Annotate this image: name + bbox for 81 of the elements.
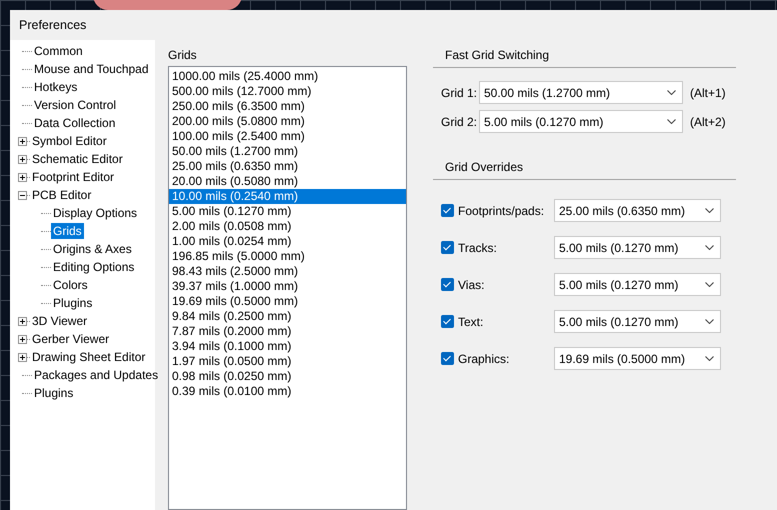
hotkey-label: (Alt+1) <box>690 84 726 102</box>
tree-item[interactable]: Plugins <box>51 295 94 311</box>
dropdown[interactable]: 5.00 mils (0.1270 mm) <box>554 310 721 333</box>
tree-item[interactable]: Common <box>32 43 85 59</box>
list-item[interactable]: 10.00 mils (0.2540 mm) <box>169 189 406 204</box>
checkbox-label: Text: <box>458 314 484 330</box>
list-item[interactable]: 39.37 mils (1.0000 mm) <box>169 279 406 294</box>
list-item[interactable]: 100.00 mils (2.5400 mm) <box>169 129 406 144</box>
caret-icon <box>705 208 714 213</box>
tree-item[interactable]: 3D Viewer <box>30 313 90 329</box>
dropdown[interactable]: 5.00 mils (0.1270 mm) <box>554 236 721 259</box>
tree-item[interactable]: Colors <box>51 277 90 293</box>
checkbox[interactable] <box>441 241 454 254</box>
tree-item[interactable]: Packages and Updates <box>32 367 160 383</box>
list-item[interactable]: 3.94 mils (0.1000 mm) <box>169 339 406 354</box>
expander-icon[interactable] <box>18 154 27 164</box>
list-item[interactable]: 5.00 mils (0.1270 mm) <box>169 204 406 219</box>
window-title: Preferences <box>19 16 86 34</box>
caret-icon <box>667 119 676 124</box>
tree-item[interactable]: Symbol Editor <box>30 133 109 149</box>
tree-item[interactable]: Display Options <box>51 205 140 221</box>
caret-icon <box>705 319 714 324</box>
grids-label: Grids <box>168 47 198 64</box>
list-item[interactable]: 1000.00 mils (25.4000 mm) <box>169 69 406 84</box>
checkbox-label: Graphics: <box>458 350 510 368</box>
dropdown[interactable]: 5.00 mils (0.1270 mm) <box>479 110 683 133</box>
tree-item[interactable]: Mouse and Touchpad <box>32 61 151 77</box>
caret-icon <box>705 245 714 250</box>
checkbox-label: Tracks: <box>458 240 498 256</box>
tree-item[interactable]: Data Collection <box>32 115 118 131</box>
list-item[interactable]: 0.98 mils (0.0250 mm) <box>169 369 406 384</box>
tree-item[interactable]: Plugins <box>32 385 76 401</box>
dropdown[interactable]: 25.00 mils (0.6350 mm) <box>554 199 721 222</box>
caret-icon <box>705 282 714 287</box>
tree-item[interactable]: Schematic Editor <box>30 151 125 167</box>
tree-item[interactable]: PCB Editor <box>30 187 94 203</box>
list-item[interactable]: 19.69 mils (0.5000 mm) <box>169 294 406 309</box>
list-item[interactable]: 200.00 mils (5.0800 mm) <box>169 114 406 129</box>
list-item[interactable]: 196.85 mils (5.0000 mm) <box>169 249 406 264</box>
list-item[interactable]: 250.00 mils (6.3500 mm) <box>169 99 406 114</box>
caret-icon <box>667 90 676 95</box>
dropdown[interactable]: 50.00 mils (1.2700 mm) <box>479 81 683 104</box>
tree-item[interactable]: Grids <box>51 223 84 239</box>
list-item[interactable]: 500.00 mils (12.7000 mm) <box>169 84 406 99</box>
section-title: Grid Overrides <box>433 158 736 180</box>
tree-item[interactable]: Origins & Axes <box>51 241 134 257</box>
list-item[interactable]: 25.00 mils (0.6350 mm) <box>169 159 406 174</box>
caret-icon <box>705 356 714 361</box>
expander-icon[interactable] <box>18 316 27 326</box>
field-label: Grid 2: <box>441 114 478 130</box>
tree-item[interactable]: Gerber Viewer <box>30 331 112 347</box>
list-item[interactable]: 7.87 mils (0.2000 mm) <box>169 324 406 339</box>
list-item[interactable]: 1.97 mils (0.0500 mm) <box>169 354 406 369</box>
hotkey-label: (Alt+2) <box>690 114 726 130</box>
expander-icon[interactable] <box>18 190 27 200</box>
list-item[interactable]: 98.43 mils (2.5000 mm) <box>169 264 406 279</box>
list-item[interactable]: 20.00 mils (0.5080 mm) <box>169 174 406 189</box>
checkbox[interactable] <box>441 315 454 328</box>
checkbox[interactable] <box>441 278 454 291</box>
list-item[interactable]: 9.84 mils (0.2500 mm) <box>169 309 406 324</box>
expander-icon[interactable] <box>18 172 27 182</box>
checkbox-label: Vias: <box>458 276 486 294</box>
tree-item[interactable]: Footprint Editor <box>30 169 116 185</box>
section-title: Fast Grid Switching <box>433 46 736 68</box>
dropdown[interactable]: 19.69 mils (0.5000 mm) <box>554 347 721 370</box>
field-label: Grid 1: <box>441 84 478 102</box>
checkbox-label: Footprints/pads: <box>458 202 546 220</box>
list-item[interactable]: 0.39 mils (0.0100 mm) <box>169 384 406 399</box>
checkbox[interactable] <box>441 204 454 217</box>
list-item[interactable]: 2.00 mils (0.0508 mm) <box>169 219 406 234</box>
dropdown[interactable]: 5.00 mils (0.1270 mm) <box>554 273 721 296</box>
tree-item[interactable]: Drawing Sheet Editor <box>30 349 148 365</box>
list-item[interactable]: 1.00 mils (0.0254 mm) <box>169 234 406 249</box>
tree-item[interactable]: Editing Options <box>51 259 136 275</box>
tree-item[interactable]: Version Control <box>32 97 118 113</box>
tree-item[interactable]: Hotkeys <box>32 79 80 95</box>
expander-icon[interactable] <box>18 334 27 344</box>
expander-icon[interactable] <box>18 136 27 146</box>
checkbox[interactable] <box>441 352 454 365</box>
expander-icon[interactable] <box>18 352 27 362</box>
list-item[interactable]: 50.00 mils (1.2700 mm) <box>169 144 406 159</box>
